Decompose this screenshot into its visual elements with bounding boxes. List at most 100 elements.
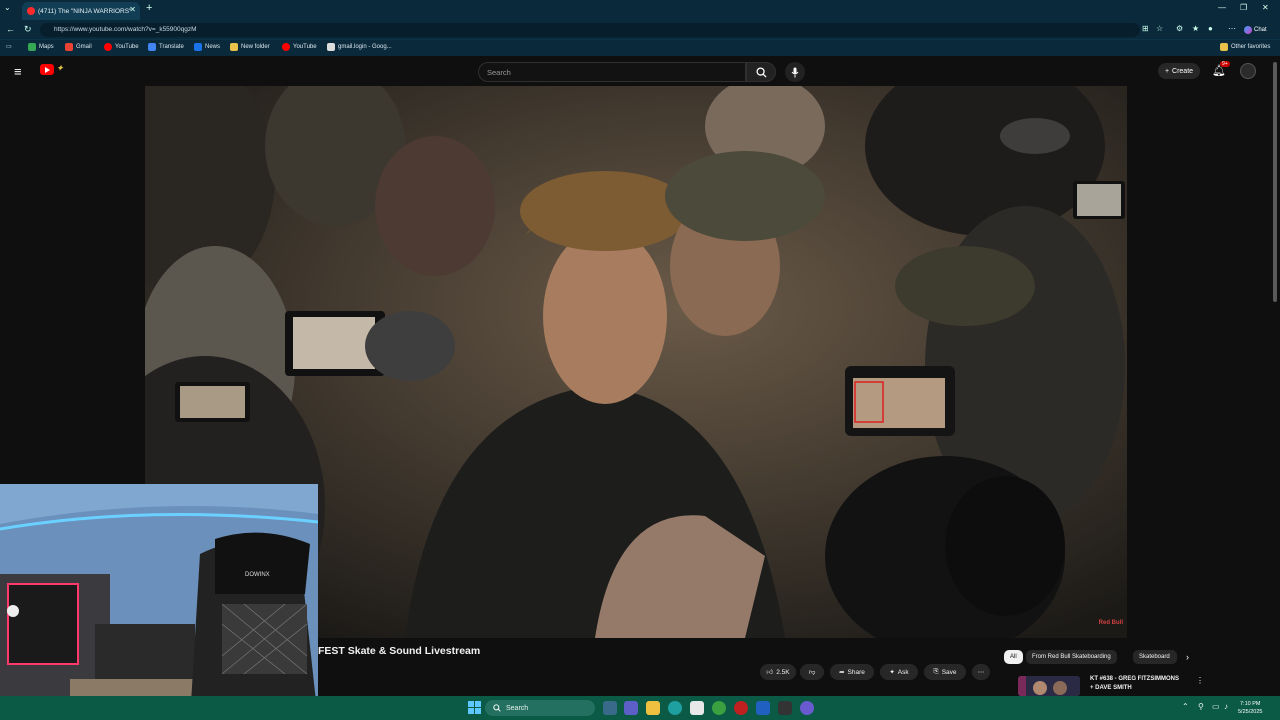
new-tab-button[interactable]: + <box>146 2 152 14</box>
bookmark-label: YouTube <box>115 44 139 50</box>
search-button[interactable] <box>746 62 776 82</box>
page-scrollbar[interactable] <box>1270 56 1280 696</box>
browser-tab-active[interactable]: (4711) The "NINJA WARRIORS" ✕ <box>22 2 140 20</box>
location-icon[interactable]: ⚲ <box>1198 702 1204 711</box>
bookmark-maps[interactable]: Maps <box>28 43 54 51</box>
folder-icon <box>230 43 238 51</box>
chip-red-bull-skateboarding[interactable]: From Red Bull Skateboarding <box>1026 650 1117 664</box>
bookmark-gmail[interactable]: Gmail <box>65 43 92 51</box>
favorites-icon[interactable]: ★ <box>1192 24 1199 33</box>
clock-time: 7:10 PM <box>1239 701 1261 707</box>
save-button[interactable]: ⎘ Save <box>924 664 966 680</box>
bookmark-translate[interactable]: Translate <box>148 43 184 51</box>
copilot-icon <box>1244 26 1252 34</box>
search-placeholder: Search <box>487 68 511 77</box>
teams-icon[interactable] <box>624 701 638 715</box>
recommended-title-line2: + DAVE SMITH <box>1090 685 1132 691</box>
bookmark-label: gmail.login - Goog... <box>338 44 392 50</box>
tab-actions-icon[interactable]: ⌄ <box>4 3 11 12</box>
minimize-icon[interactable]: — <box>1218 3 1226 12</box>
taskbar-search-label: Search <box>506 704 529 712</box>
tray-overflow-icon[interactable]: ⌃ <box>1182 702 1189 711</box>
bookmark-youtube-2[interactable]: YouTube <box>282 43 317 51</box>
other-favorites-label: Other favorites <box>1231 44 1271 50</box>
youtube-favicon-icon <box>27 7 35 15</box>
scrollbar-thumb[interactable] <box>1273 62 1277 302</box>
bookmarks-menu-icon[interactable]: ▭ <box>6 43 12 50</box>
dislike-button[interactable]: 👎︎ <box>800 664 824 680</box>
bookmark-gmail-login[interactable]: gmail.login - Goog... <box>327 43 392 51</box>
recommended-menu-icon[interactable]: ⋮ <box>1196 676 1204 685</box>
sparkle-icon: ✦ <box>889 669 895 676</box>
bookmark-label: YouTube <box>293 44 317 50</box>
maps-icon <box>28 43 36 51</box>
refresh-icon[interactable]: ↻ <box>24 24 32 35</box>
windows-start-icon[interactable] <box>468 701 481 714</box>
menu-icon[interactable]: ≡ <box>14 64 22 79</box>
like-count: 2.5K <box>776 668 790 676</box>
youtube-icon <box>282 43 290 51</box>
taskbar-search[interactable]: Search <box>485 700 595 716</box>
more-icon: ⋯ <box>977 669 985 676</box>
bookmark-news[interactable]: News <box>194 43 220 51</box>
account-avatar[interactable] <box>1240 63 1256 79</box>
url-field[interactable]: https://www.youtube.com/watch?v=_k55900q… <box>40 23 1140 37</box>
app-red-icon[interactable] <box>734 701 748 715</box>
thumbs-up-icon: 👍︎ <box>766 669 774 676</box>
network-icon[interactable]: ▭ <box>1212 702 1220 711</box>
more-menu-icon[interactable]: ⋯ <box>1228 24 1236 33</box>
ask-button[interactable]: ✦ Ask <box>880 664 918 680</box>
webcam-overlay: DOWINX <box>0 484 318 720</box>
task-view-icon[interactable] <box>603 701 617 715</box>
search-icon <box>493 704 501 712</box>
volume-icon[interactable]: ♪ <box>1224 702 1228 711</box>
recommended-title-line1: KT #638 - GREG FITZSIMMONS <box>1090 676 1180 682</box>
restore-icon[interactable]: ❐ <box>1240 3 1247 12</box>
create-button[interactable]: + Create <box>1158 63 1200 79</box>
recommended-thumbnail[interactable] <box>1018 676 1080 696</box>
search-icon <box>755 66 767 78</box>
search-input[interactable]: Search <box>478 62 746 82</box>
bookmarks-bar: ▭ Maps Gmail YouTube Translate News New … <box>0 40 1280 56</box>
tab-title: (4711) The "NINJA WARRIORS" <box>38 7 132 15</box>
thumbnail-image <box>1018 676 1080 696</box>
back-icon[interactable]: ← <box>6 24 15 34</box>
profile-icon[interactable]: ● <box>1208 24 1213 33</box>
bookmark-icon: ⎘ <box>933 668 939 675</box>
other-favorites[interactable]: Other favorites <box>1220 43 1270 51</box>
taskbar-clock[interactable]: 7:10 PM 5/25/2025 <box>1238 700 1262 716</box>
app-purple-icon[interactable] <box>800 701 814 715</box>
translate-icon <box>148 43 156 51</box>
share-label: Share <box>847 668 865 676</box>
file-explorer-icon[interactable] <box>646 701 660 715</box>
youtube-logo-icon[interactable] <box>40 64 54 75</box>
chair-brand-text: DOWINX <box>245 572 270 578</box>
ask-label: Ask <box>897 668 909 676</box>
share-button[interactable]: ➦ Share <box>830 664 874 680</box>
copilot-chat-button[interactable]: Chat <box>1244 23 1276 37</box>
app-blue-icon[interactable] <box>756 701 770 715</box>
close-window-icon[interactable]: ✕ <box>1262 3 1269 12</box>
clock-date: 5/25/2025 <box>1238 709 1263 715</box>
more-actions-button[interactable]: ⋯ <box>972 664 990 680</box>
chip-all[interactable]: All <box>1004 650 1023 664</box>
extensions-icon[interactable]: ⚙ <box>1176 24 1183 33</box>
bookmark-youtube[interactable]: YouTube <box>104 43 139 51</box>
store-icon[interactable] <box>690 701 704 715</box>
recommended-title[interactable]: KT #638 - GREG FITZSIMMONS + DAVE SMITH <box>1090 675 1190 693</box>
edge-browser-icon[interactable] <box>668 701 682 715</box>
thumbs-down-icon: 👎︎ <box>808 669 816 676</box>
bookmark-label: News <box>205 44 221 50</box>
chip-skateboard[interactable]: Skateboard <box>1133 650 1177 664</box>
chips-next-icon[interactable]: › <box>1186 652 1189 662</box>
bookmark-new-folder[interactable]: New folder <box>230 43 270 51</box>
app-dark-icon[interactable] <box>778 701 792 715</box>
app-available-icon[interactable]: ⊞ <box>1142 24 1149 33</box>
youtube-header: ≡ ✦ Search + Create 🔔︎ 9+ <box>0 56 1280 86</box>
favorite-star-icon[interactable]: ☆ <box>1156 24 1163 33</box>
like-button[interactable]: 👍︎ 2.5K <box>760 664 796 680</box>
youtube-doodle-logo[interactable]: ✦ <box>56 63 64 74</box>
voice-search-button[interactable] <box>785 62 805 82</box>
close-tab-icon[interactable]: ✕ <box>129 5 136 14</box>
xbox-icon[interactable] <box>712 701 726 715</box>
